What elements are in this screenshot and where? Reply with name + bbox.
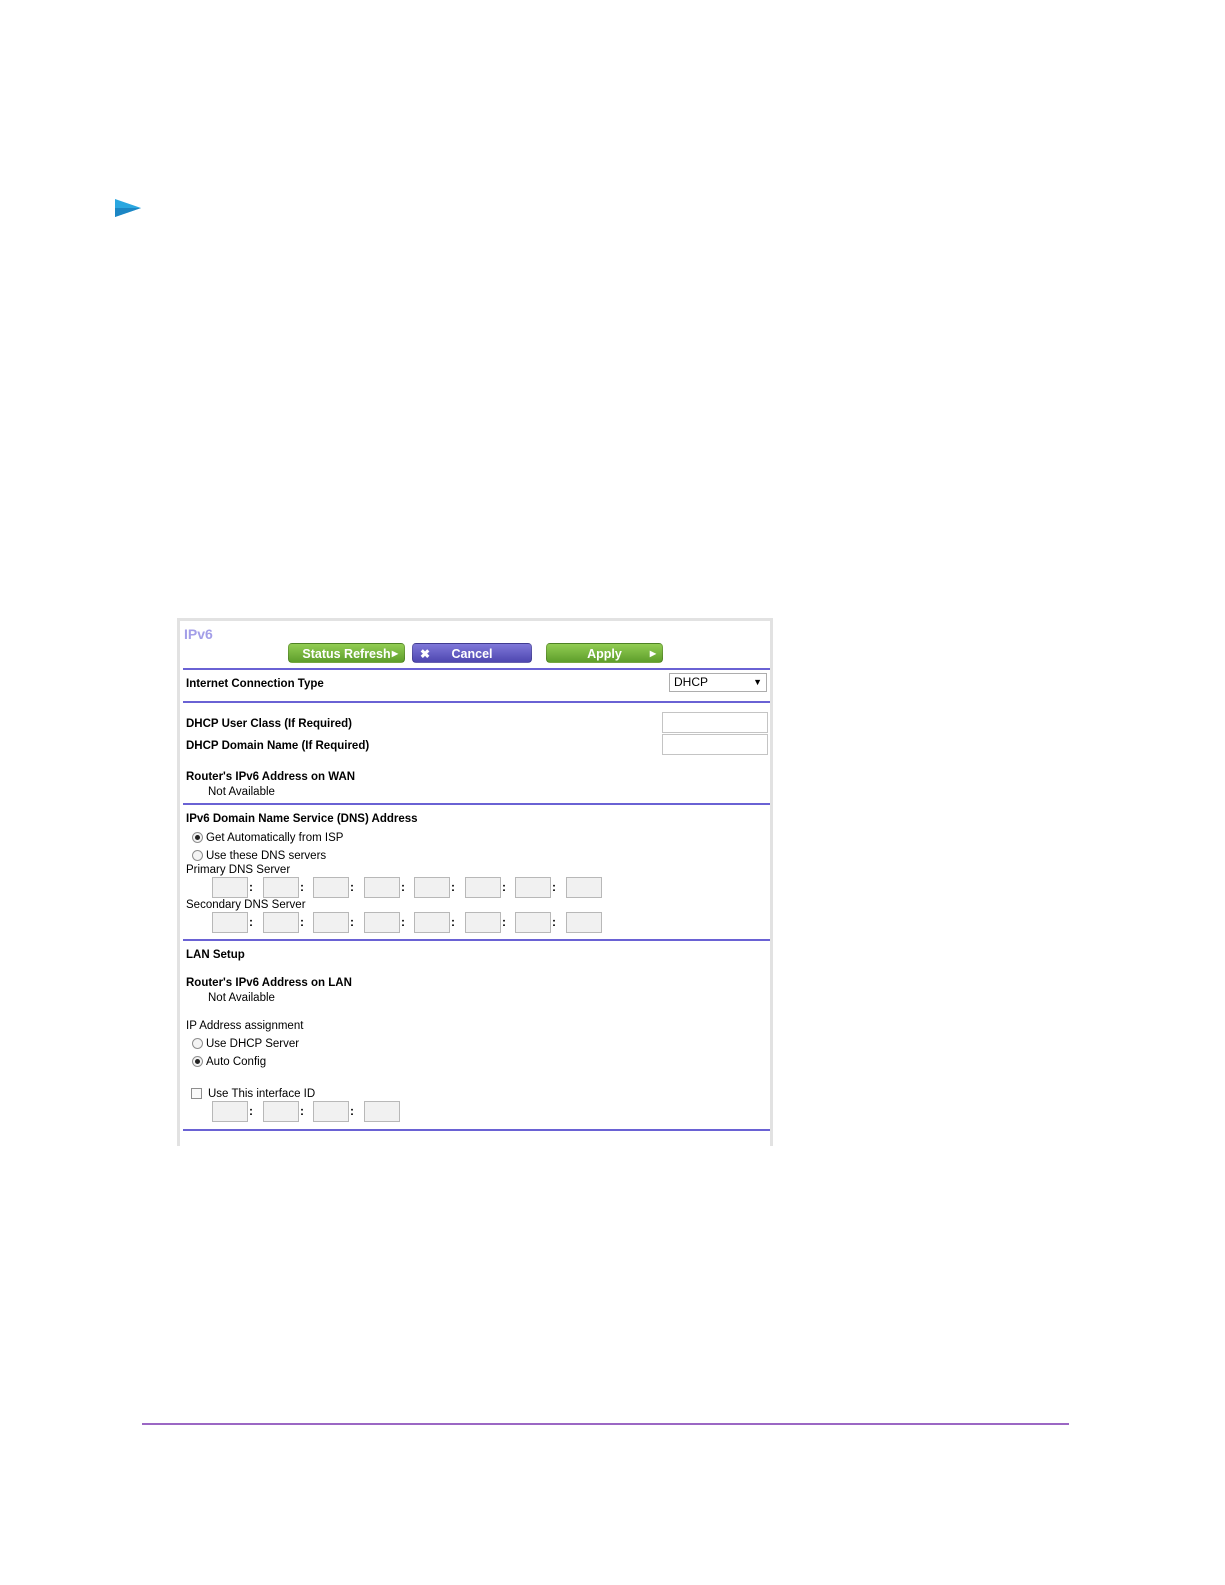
close-icon: ✖	[420, 647, 431, 661]
secondary-dns-segment-5[interactable]	[414, 912, 450, 933]
secondary-dns-segment-2[interactable]	[263, 912, 299, 933]
arrow-right-icon: ▶	[649, 649, 656, 658]
secondary-dns-segment-1[interactable]	[212, 912, 248, 933]
segment-separator: :	[350, 880, 354, 894]
segment-separator: :	[401, 880, 405, 894]
primary-dns-segment-4[interactable]	[364, 877, 400, 898]
status-refresh-button[interactable]: Status Refresh ▶	[288, 643, 405, 663]
dns-manual-label: Use these DNS servers	[206, 850, 327, 862]
segment-separator: :	[401, 915, 405, 929]
dhcp-user-class-input[interactable]	[662, 712, 768, 733]
apply-label: Apply	[587, 647, 622, 661]
segment-separator: :	[300, 915, 304, 929]
segment-separator: :	[350, 1104, 354, 1118]
segment-separator: :	[502, 880, 506, 894]
segment-separator: :	[350, 915, 354, 929]
chevron-down-icon: ▼	[753, 677, 762, 687]
primary-dns-segment-6[interactable]	[465, 877, 501, 898]
segment-separator: :	[451, 880, 455, 894]
primary-dns-segment-1[interactable]	[212, 877, 248, 898]
segment-separator: :	[451, 915, 455, 929]
section-divider	[183, 939, 770, 941]
cancel-button[interactable]: ✖ Cancel	[412, 643, 532, 663]
bullet-arrow-icon	[115, 199, 141, 217]
interface-id-segment-3[interactable]	[313, 1101, 349, 1122]
primary-dns-segment-2[interactable]	[263, 877, 299, 898]
wan-address-label: Router's IPv6 Address on WAN	[186, 771, 356, 783]
secondary-dns-segment-3[interactable]	[313, 912, 349, 933]
footer-rule	[142, 1423, 1069, 1425]
secondary-dns-label: Secondary DNS Server	[186, 899, 306, 911]
interface-id-label: Use This interface ID	[208, 1088, 316, 1100]
cancel-label: Cancel	[451, 647, 493, 661]
section-divider	[183, 668, 770, 670]
segment-separator: :	[249, 1104, 253, 1118]
connection-type-label: Internet Connection Type	[186, 678, 324, 690]
lan-address-label: Router's IPv6 Address on LAN	[186, 977, 352, 989]
interface-id-checkbox[interactable]	[191, 1088, 202, 1099]
connection-type-value: DHCP	[674, 675, 709, 689]
connection-type-select[interactable]: DHCP ▼	[669, 673, 767, 692]
secondary-dns-segment-6[interactable]	[465, 912, 501, 933]
dns-auto-label: Get Automatically from ISP	[206, 832, 344, 844]
dhcp-domain-name-label: DHCP Domain Name (If Required)	[186, 740, 370, 752]
lan-heading: LAN Setup	[186, 949, 245, 961]
secondary-dns-segment-8[interactable]	[566, 912, 602, 933]
dns-heading: IPv6 Domain Name Service (DNS) Address	[186, 813, 418, 825]
segment-separator: :	[300, 880, 304, 894]
dns-auto-radio[interactable]	[192, 832, 203, 843]
secondary-dns-segment-7[interactable]	[515, 912, 551, 933]
ipv6-settings-panel: IPv6 Status Refresh ▶ ✖ Cancel Apply ▶ I…	[177, 618, 773, 1146]
dhcp-domain-name-input[interactable]	[662, 734, 768, 755]
primary-dns-label: Primary DNS Server	[186, 864, 291, 876]
interface-id-segment-1[interactable]	[212, 1101, 248, 1122]
status-refresh-label: Status Refresh	[302, 647, 391, 661]
ip-assignment-label: IP Address assignment	[186, 1020, 304, 1032]
wan-address-value: Not Available	[208, 786, 275, 798]
segment-separator: :	[552, 915, 556, 929]
primary-dns-segment-3[interactable]	[313, 877, 349, 898]
auto-config-radio[interactable]	[192, 1056, 203, 1067]
section-divider	[183, 1129, 770, 1131]
dns-manual-radio[interactable]	[192, 850, 203, 861]
secondary-dns-segment-4[interactable]	[364, 912, 400, 933]
section-divider	[183, 803, 770, 805]
segment-separator: :	[300, 1104, 304, 1118]
use-dhcp-server-label: Use DHCP Server	[206, 1038, 300, 1050]
primary-dns-segment-7[interactable]	[515, 877, 551, 898]
section-divider	[183, 701, 770, 703]
panel-title: IPv6	[184, 626, 213, 642]
lan-address-value: Not Available	[208, 992, 275, 1004]
auto-config-label: Auto Config	[206, 1056, 267, 1068]
segment-separator: :	[502, 915, 506, 929]
primary-dns-segment-8[interactable]	[566, 877, 602, 898]
apply-button[interactable]: Apply ▶	[546, 643, 663, 663]
primary-dns-segment-5[interactable]	[414, 877, 450, 898]
use-dhcp-server-radio[interactable]	[192, 1038, 203, 1049]
segment-separator: :	[249, 915, 253, 929]
interface-id-segment-2[interactable]	[263, 1101, 299, 1122]
interface-id-segment-4[interactable]	[364, 1101, 400, 1122]
dhcp-user-class-label: DHCP User Class (If Required)	[186, 718, 352, 730]
segment-separator: :	[552, 880, 556, 894]
segment-separator: :	[249, 880, 253, 894]
arrow-right-icon: ▶	[391, 649, 398, 658]
